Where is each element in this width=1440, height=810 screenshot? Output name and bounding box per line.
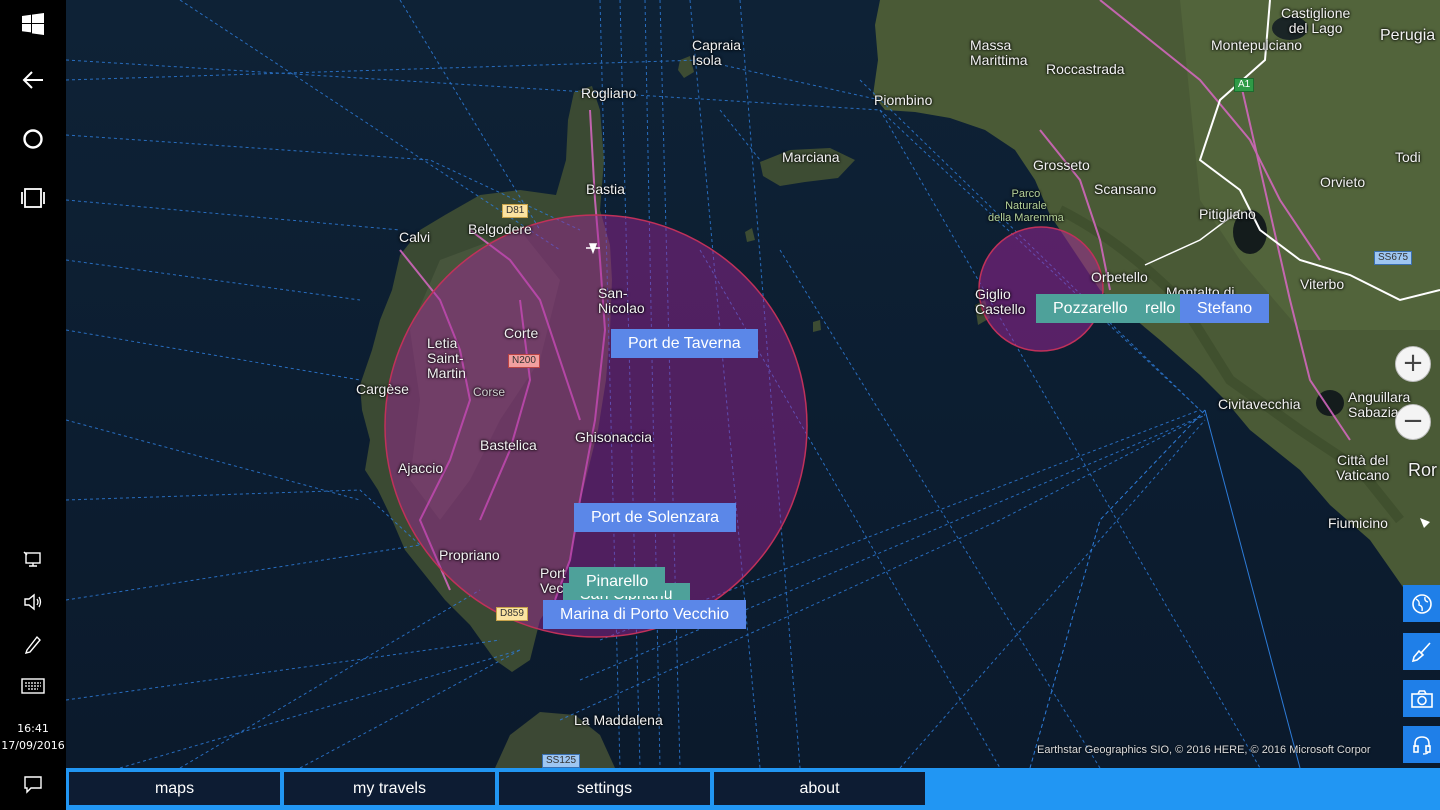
label-scansano: Scansano bbox=[1094, 181, 1157, 197]
road-shield-n200: N200 bbox=[508, 354, 540, 368]
clock-time: 16:41 bbox=[17, 722, 49, 735]
label-orvieto: Orvieto bbox=[1320, 174, 1366, 190]
keyboard-icon[interactable] bbox=[0, 662, 66, 710]
label-marciana: Marciana bbox=[782, 149, 840, 165]
maps-button[interactable]: maps bbox=[69, 772, 280, 805]
label-montepulciano: Montepulciano bbox=[1211, 37, 1303, 53]
label-san-nicolao: San- Nicolao bbox=[598, 285, 645, 316]
label-bastia: Bastia bbox=[586, 181, 625, 197]
label-capraia: Capraia Isola bbox=[692, 37, 742, 68]
pin-pinarello[interactable]: Pinarello bbox=[569, 567, 666, 596]
label-grosseto: Grosseto bbox=[1033, 157, 1090, 173]
pin-port-de-solenzara[interactable]: Port de Solenzara bbox=[574, 503, 737, 532]
windows-taskbar: 16:41 17/09/2016 bbox=[0, 0, 66, 810]
zoom-in-button[interactable]: + bbox=[1395, 346, 1431, 382]
road-shield-ss675: SS675 bbox=[1374, 251, 1413, 265]
pin-port-de-taverna[interactable]: Port de Taverna bbox=[611, 329, 758, 358]
system-clock[interactable]: 16:41 17/09/2016 bbox=[0, 720, 66, 754]
label-piombino: Piombino bbox=[874, 92, 933, 108]
label-pitigliano: Pitigliano bbox=[1199, 206, 1256, 222]
network-icon[interactable] bbox=[0, 536, 66, 584]
road-shield-d859: D859 bbox=[496, 607, 528, 621]
pin-marina-di-porto-vecchio[interactable]: Marina di Porto Vecchio bbox=[543, 600, 746, 629]
label-fiumicino: Fiumicino bbox=[1328, 515, 1388, 531]
label-ghisonaccia: Ghisonaccia bbox=[575, 429, 653, 445]
label-roccastrada: Roccastrada bbox=[1046, 61, 1125, 77]
label-todi: Todi bbox=[1395, 149, 1421, 165]
label-calvi: Calvi bbox=[399, 229, 431, 245]
camera-icon bbox=[1410, 689, 1433, 708]
label-la-maddalena: La Maddalena bbox=[574, 712, 663, 728]
label-civitavecchia: Civitavecchia bbox=[1218, 396, 1301, 412]
label-corte: Corte bbox=[504, 325, 539, 341]
map-canvas[interactable] bbox=[66, 0, 1440, 768]
label-orbetello: Orbetello bbox=[1091, 269, 1148, 285]
label-massa-marittima: Massa Marittima bbox=[970, 37, 1028, 68]
app-nav-bar: maps my travels settings about bbox=[66, 768, 1440, 810]
clock-date: 17/09/2016 bbox=[1, 739, 65, 752]
label-roma: Ror bbox=[1408, 460, 1438, 480]
label-rogliano: Rogliano bbox=[581, 85, 637, 101]
label-propriano: Propriano bbox=[439, 547, 500, 563]
volume-icon[interactable] bbox=[0, 578, 66, 626]
label-ajaccio: Ajaccio bbox=[398, 460, 444, 476]
label-viterbo: Viterbo bbox=[1300, 276, 1345, 292]
label-cargese: Cargèse bbox=[356, 381, 409, 397]
pin-stefano[interactable]: Stefano bbox=[1180, 294, 1270, 323]
road-shield-ss125: SS125 bbox=[542, 754, 581, 768]
headset-icon bbox=[1412, 735, 1431, 755]
label-giglio-castello: Giglio Castello bbox=[975, 286, 1026, 317]
label-letia: Letia Saint- Martin bbox=[427, 335, 466, 381]
headset-button[interactable] bbox=[1403, 726, 1440, 763]
label-castiglione-del-lago: Castiglione del Lago bbox=[1281, 5, 1351, 36]
task-view-icon[interactable] bbox=[0, 174, 66, 222]
brush-icon bbox=[1411, 641, 1431, 662]
label-parco-maremma: Parco Naturale della Maremma bbox=[988, 188, 1064, 224]
map-view[interactable]: Capraia Isola Rogliano Bastia Calvi Belg… bbox=[66, 0, 1440, 768]
globe-icon bbox=[1411, 593, 1432, 614]
back-arrow-icon[interactable] bbox=[0, 56, 66, 104]
road-shield-a1: A1 bbox=[1234, 78, 1255, 92]
pen-icon[interactable] bbox=[0, 620, 66, 668]
label-corse: Corse bbox=[473, 385, 506, 399]
road-shield-d81: D81 bbox=[502, 204, 529, 218]
map-attribution: Earthstar Geographics SIO, © 2016 HERE, … bbox=[1037, 744, 1371, 756]
action-center-icon[interactable] bbox=[0, 760, 66, 808]
cortana-icon[interactable] bbox=[0, 115, 66, 163]
label-belgodere: Belgodere bbox=[468, 221, 532, 237]
brush-button[interactable] bbox=[1403, 633, 1440, 670]
camera-button[interactable] bbox=[1403, 680, 1440, 717]
my-travels-button[interactable]: my travels bbox=[284, 772, 495, 805]
zoom-out-button[interactable]: − bbox=[1395, 404, 1431, 440]
settings-button[interactable]: settings bbox=[499, 772, 710, 805]
label-porto-vecchio: Port Vec bbox=[540, 565, 566, 596]
about-button[interactable]: about bbox=[714, 772, 925, 805]
label-perugia: Perugia bbox=[1380, 27, 1436, 44]
label-bastelica: Bastelica bbox=[480, 437, 537, 453]
globe-button[interactable] bbox=[1403, 585, 1440, 622]
windows-start-icon[interactable] bbox=[0, 0, 66, 48]
label-citta-del-vaticano: Città del Vaticano bbox=[1336, 452, 1390, 483]
